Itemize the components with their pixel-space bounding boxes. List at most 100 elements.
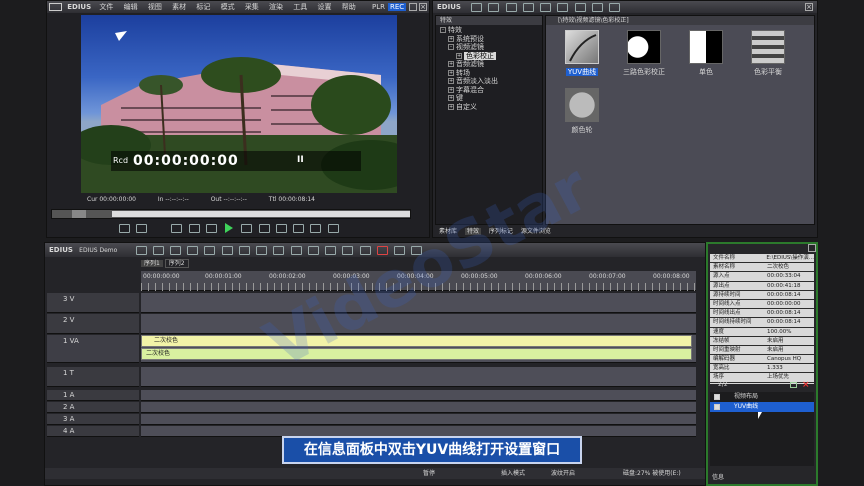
tree-item-audio-filters[interactable]: + 音频滤镜 [440,60,542,69]
tab-sequence-2[interactable]: 序列2 [164,259,189,268]
fast-forward-icon[interactable] [258,223,270,233]
overwrite-icon[interactable] [310,223,322,233]
tree-item-effects[interactable]: - 特效 [440,26,542,35]
tree-item-system-presets[interactable]: + 系统预设 [440,35,542,44]
tree-item-transitions[interactable]: + 转场 [440,69,542,78]
tree-item-title-mixers[interactable]: + 字幕混合 [440,86,542,95]
play-icon[interactable] [225,223,234,233]
rewind-icon[interactable] [188,223,200,233]
close-icon[interactable]: × [419,3,427,11]
track-header-1t[interactable]: 1 T [47,367,139,387]
delete-clip-icon[interactable] [238,245,250,255]
split-icon[interactable] [290,245,302,255]
track-header-1va[interactable]: 1 VA [47,335,139,363]
tree-item-color-correction[interactable]: + 色彩校正 [440,51,542,61]
slider-handle[interactable] [72,210,86,218]
filter-delete-icon[interactable]: × [802,380,810,390]
copy-clip-icon[interactable] [204,245,216,255]
properties-icon[interactable] [591,2,603,12]
ripple-icon[interactable] [307,245,319,255]
tree-item-audio-fades[interactable]: + 音频淡入淡出 [440,77,542,86]
effect-color-balance[interactable]: 色彩平衡 [738,30,798,77]
tab-markers[interactable]: 序列标记 [489,228,513,235]
filter-settings-icon[interactable] [790,382,797,388]
plr-toggle[interactable]: PLR [372,1,385,13]
menu-clip[interactable]: 素材 [172,3,186,11]
mixer-icon[interactable] [359,245,371,255]
video-clip[interactable]: 二次校色 [141,335,692,347]
menu-render[interactable]: 渲染 [269,3,283,11]
title-icon[interactable] [342,245,354,255]
loop-icon[interactable] [275,223,287,233]
rec-toggle[interactable]: REC [388,3,407,11]
track-lane-2a[interactable] [141,402,696,413]
audio-clip[interactable]: 二次校色 [141,348,692,360]
save-icon[interactable] [170,245,181,255]
menu-edit[interactable]: 编辑 [124,3,138,11]
track-lane-1t[interactable] [141,367,696,387]
step-forward-icon[interactable] [241,223,253,233]
undo-icon[interactable] [256,245,268,255]
track-lane-3v[interactable] [141,293,696,313]
cut-icon[interactable] [187,245,199,255]
tree-item-keys[interactable]: + 键 [440,94,542,103]
folder-icon[interactable] [471,2,483,12]
menu-mode[interactable]: 模式 [221,3,235,11]
copy-icon[interactable] [557,2,569,12]
layout-icon[interactable] [609,2,621,12]
menu-view[interactable]: 视图 [148,3,162,11]
position-slider[interactable] [51,209,411,219]
search-icon[interactable] [488,2,500,12]
tab-source-browser[interactable]: 源文件浏览 [521,228,551,235]
set-in-icon[interactable] [119,223,130,233]
menu-marker[interactable]: 标记 [196,3,210,11]
effect-color-wheel[interactable]: 颜色轮 [552,88,612,135]
menu-file[interactable]: 文件 [99,3,113,11]
settings-icon[interactable] [411,245,423,255]
track-header-1a[interactable]: 1 A [47,390,139,401]
view-icon[interactable] [522,2,534,12]
track-header-2v[interactable]: 2 V [47,314,139,334]
menu-settings[interactable]: 设置 [318,3,332,11]
track-lane-1a[interactable] [141,390,696,401]
track-header-2a[interactable]: 2 A [47,402,139,413]
tree-item-video-filters[interactable]: - 视频滤镜 [440,43,542,52]
snap-icon[interactable] [325,245,337,255]
step-back-icon[interactable] [205,223,217,233]
sort-icon[interactable] [540,2,552,12]
record-icon[interactable] [376,245,388,255]
up-folder-icon[interactable] [505,2,517,12]
delete-icon[interactable] [574,2,586,12]
filter-yuv-curve[interactable]: YUV曲线 [710,402,814,412]
effect-yuv-curve[interactable]: YUV曲线 [552,30,612,77]
tab-sequence-1[interactable]: 序列1 [141,260,163,267]
minimize-icon[interactable] [409,3,417,11]
filter-video-layout[interactable]: 视频布局 [710,392,814,402]
open-icon[interactable] [152,245,164,255]
info-footer-tab[interactable]: 信息 [712,472,724,481]
menu-capture[interactable]: 采集 [245,3,259,11]
new-icon[interactable] [135,245,147,255]
track-header-4a[interactable]: 4 A [47,426,139,437]
tab-bin[interactable]: 素材库 [439,228,457,235]
track-lane-1va[interactable]: 二次校色 二次校色 [141,335,696,363]
effect-three-way[interactable]: 三路色彩校正 [614,30,674,77]
info-close-icon[interactable] [808,244,816,252]
effects-close-icon[interactable]: × [805,3,813,11]
track-header-3a[interactable]: 3 A [47,414,139,425]
track-lane-2v[interactable] [141,314,696,334]
set-out-icon[interactable] [136,223,148,233]
export-icon[interactable] [327,223,339,233]
track-header-3v[interactable]: 3 V [47,293,139,313]
stop-icon[interactable] [171,223,183,233]
redo-icon[interactable] [273,245,285,255]
paste-icon[interactable] [221,245,233,255]
track-lane-3a[interactable] [141,414,696,425]
effect-monochrome[interactable]: 单色 [676,30,736,77]
tree-item-custom[interactable]: + 自定义 [440,103,542,112]
render-icon[interactable] [394,245,406,255]
menu-help[interactable]: 帮助 [342,3,356,11]
checkbox-icon[interactable] [714,403,720,410]
checkbox-icon[interactable] [714,393,720,400]
tab-effects[interactable]: 特效 [464,228,481,235]
